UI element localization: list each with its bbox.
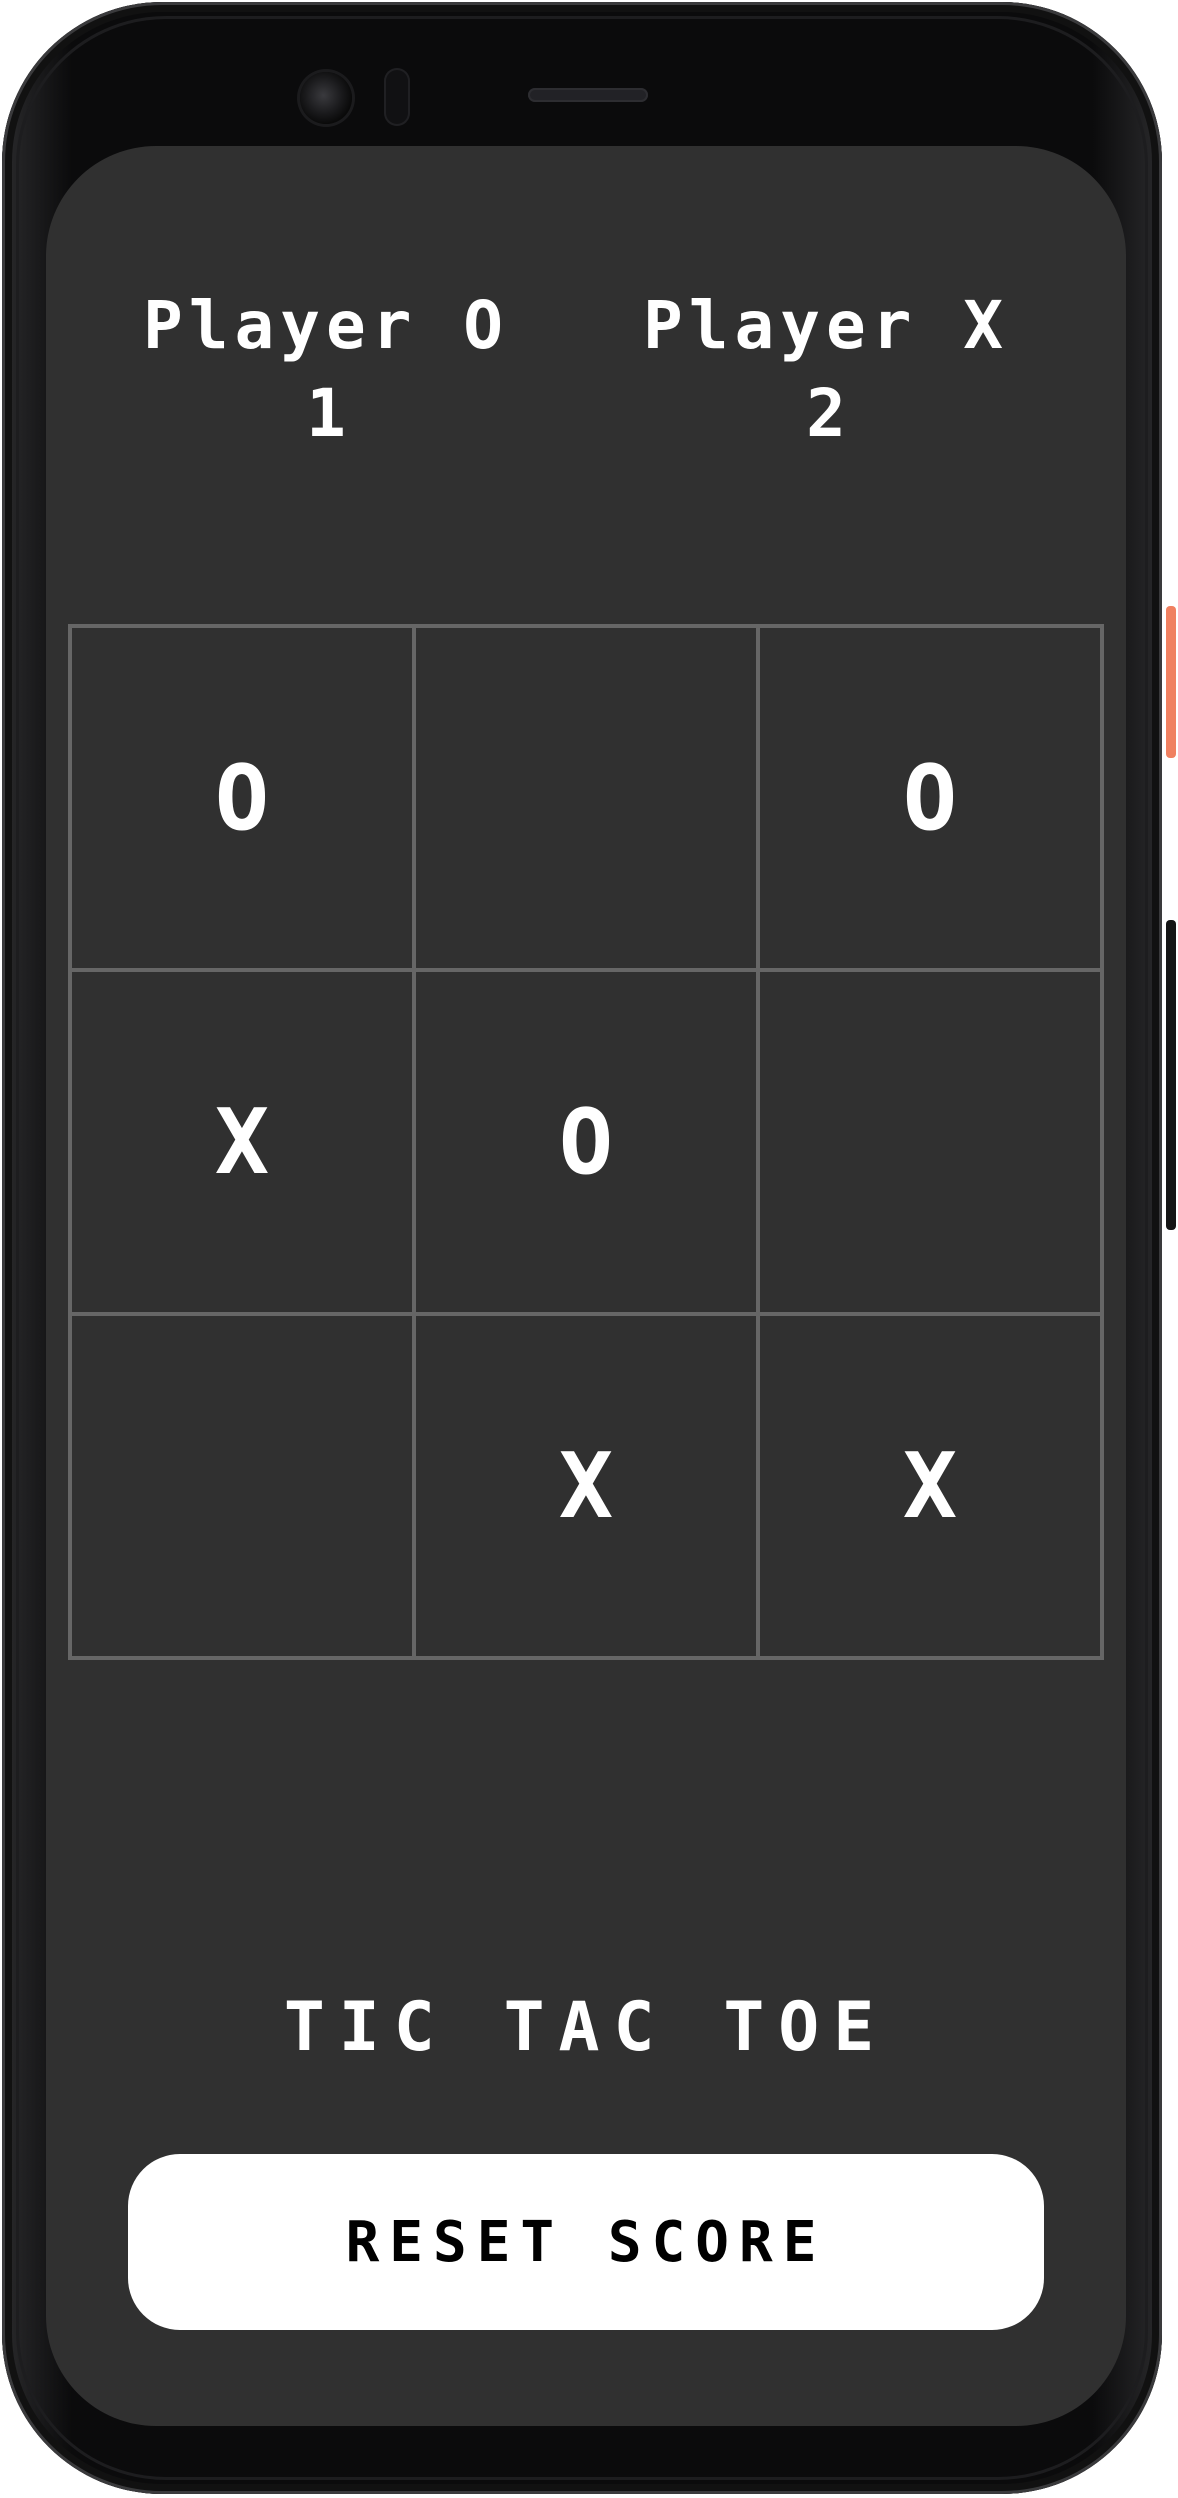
game-board: O O X O X X — [68, 624, 1104, 1660]
player-x-label: Player X — [643, 287, 1009, 364]
board-cell-4[interactable]: X — [70, 970, 414, 1314]
power-button[interactable] — [1166, 606, 1176, 758]
board-cell-7[interactable] — [70, 1314, 414, 1658]
player-o-label: Player O — [143, 287, 509, 364]
board-cell-8[interactable]: X — [414, 1314, 758, 1658]
board-cell-3[interactable]: O — [758, 626, 1102, 970]
front-camera-icon — [300, 72, 352, 124]
board-cell-6[interactable] — [758, 970, 1102, 1314]
board-cell-5[interactable]: O — [414, 970, 758, 1314]
player-x-score: 2 — [806, 375, 846, 452]
reset-score-button[interactable]: RESET SCORE — [128, 2154, 1044, 2330]
board-cell-2[interactable] — [414, 626, 758, 970]
board-cell-1[interactable]: O — [70, 626, 414, 970]
player-o-score-panel: Player O 1 — [86, 286, 566, 462]
volume-rocker[interactable] — [1166, 920, 1176, 1230]
earpiece-speaker-icon — [528, 88, 648, 102]
board-cell-9[interactable]: X — [758, 1314, 1102, 1658]
player-o-score: 1 — [306, 375, 346, 452]
player-x-score-panel: Player X 2 — [586, 286, 1066, 462]
scoreboard: Player O 1 Player X 2 — [46, 286, 1126, 456]
game-title: TIC TAC TOE — [283, 1988, 889, 2067]
app-screen: Player O 1 Player X 2 O O X O X X TIC TA… — [46, 146, 1126, 2426]
proximity-sensor-icon — [384, 68, 410, 126]
